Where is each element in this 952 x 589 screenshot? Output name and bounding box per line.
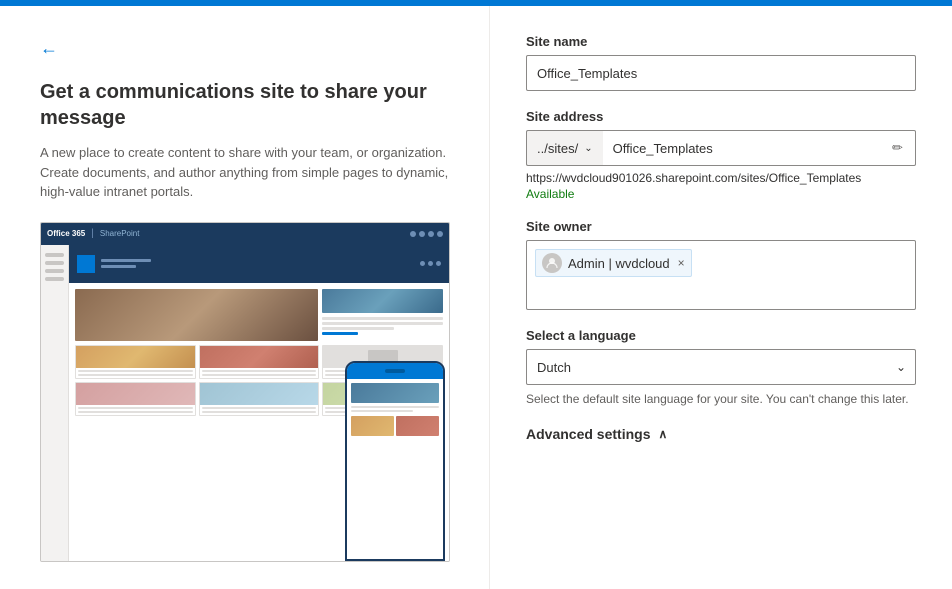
- mock-logo: Office 365: [47, 229, 85, 238]
- site-address-input[interactable]: [603, 130, 880, 166]
- site-address-chevron-icon: ⌄: [584, 143, 592, 154]
- language-select-wrapper: Dutch English German French Spanish ⌄: [526, 349, 916, 385]
- content-area: ← Get a communications site to share you…: [0, 6, 952, 589]
- mock-phone-preview: [345, 361, 445, 561]
- advanced-settings-chevron-icon: ∧: [658, 427, 667, 441]
- owner-name: Admin | wvdcloud: [568, 256, 670, 271]
- site-name-input[interactable]: [526, 55, 916, 91]
- left-panel: ← Get a communications site to share you…: [0, 6, 490, 589]
- back-arrow-icon: ←: [40, 38, 58, 59]
- site-address-prefix-dropdown[interactable]: ../sites/ ⌄: [526, 130, 603, 166]
- site-owner-field: Site owner Admin | wvdcloud ×: [526, 219, 916, 310]
- mock-icon-dot: [428, 231, 434, 237]
- owner-tag: Admin | wvdcloud ×: [535, 249, 692, 277]
- site-address-row: ../sites/ ⌄ ✏: [526, 130, 916, 166]
- language-note: Select the default site language for you…: [526, 391, 916, 408]
- back-button[interactable]: ←: [40, 38, 58, 59]
- mock-icon-dot: [437, 231, 443, 237]
- site-available-status: Available: [526, 187, 916, 201]
- site-address-label: Site address: [526, 109, 916, 124]
- mock-icon-dot: [419, 231, 425, 237]
- page-heading: Get a communications site to share your …: [40, 79, 449, 131]
- mock-sidebar: [41, 245, 69, 562]
- owner-remove-button[interactable]: ×: [678, 256, 685, 270]
- site-address-edit-button[interactable]: ✏: [880, 130, 916, 166]
- language-field: Select a language Dutch English German F…: [526, 328, 916, 408]
- mock-icon-dot: [410, 231, 416, 237]
- advanced-settings-label: Advanced settings: [526, 426, 650, 442]
- owner-avatar: [542, 253, 562, 273]
- advanced-settings-toggle[interactable]: Advanced settings ∧: [526, 426, 916, 442]
- right-panel: Site name Site address ../sites/ ⌄ ✏ htt…: [490, 6, 952, 589]
- edit-icon: ✏: [892, 140, 903, 156]
- preview-screenshot: Office 365 | SharePoint: [40, 222, 450, 562]
- site-name-field: Site name: [526, 34, 916, 91]
- site-url-text: https://wvdcloud901026.sharepoint.com/si…: [526, 171, 916, 185]
- mock-browser-icons: [410, 231, 443, 237]
- page-description: A new place to create content to share w…: [40, 143, 449, 202]
- language-label: Select a language: [526, 328, 916, 343]
- language-select[interactable]: Dutch English German French Spanish: [526, 349, 916, 385]
- site-address-prefix-text: ../sites/: [537, 141, 578, 156]
- site-owner-input[interactable]: Admin | wvdcloud ×: [526, 240, 916, 310]
- site-address-field: Site address ../sites/ ⌄ ✏ https://wvdcl…: [526, 109, 916, 201]
- mock-hero: [69, 245, 449, 283]
- mock-app-name: SharePoint: [100, 229, 140, 238]
- site-name-label: Site name: [526, 34, 916, 49]
- site-owner-label: Site owner: [526, 219, 916, 234]
- mock-browser-bar: Office 365 | SharePoint: [41, 223, 449, 245]
